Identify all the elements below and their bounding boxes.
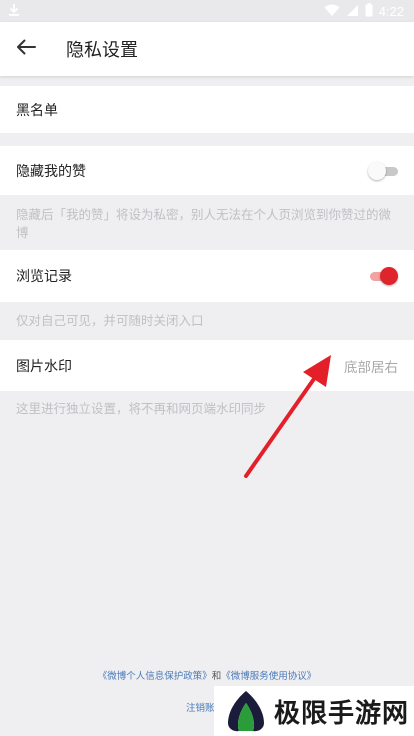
download-icon (8, 2, 20, 21)
cancel-account-link[interactable]: 注销账 (186, 700, 215, 714)
browse-history-label: 浏览记录 (16, 269, 72, 285)
hide-likes-row: 隐藏我的赞 (0, 146, 414, 195)
image-watermark-hint: 这里进行独立设置，将不再和网页端水印同步 (16, 401, 267, 416)
footer-and-text: 和 (211, 671, 222, 682)
hide-likes-label: 隐藏我的赞 (16, 163, 86, 180)
image-watermark-row[interactable]: 图片水印 底部居右 (0, 340, 414, 391)
browse-history-hint: 仅对自己可见，并可随时关闭入口 (16, 313, 204, 328)
blacklist-row[interactable]: 黑名单 (0, 86, 414, 133)
site-logo-icon (228, 691, 264, 732)
wifi-icon (324, 2, 340, 21)
site-watermark: 极限手游网 (214, 686, 414, 736)
back-arrow-icon (16, 39, 36, 59)
image-watermark-label: 图片水印 (16, 358, 72, 375)
signal-icon (346, 2, 359, 21)
watermark-text: 极限手游网 (274, 698, 410, 729)
privacy-policy-link[interactable]: 《微博个人信息保护政策》 (98, 671, 212, 682)
footer-links: 《微博个人信息保护政策》和《微博服务使用协议》 (0, 668, 414, 682)
browse-history-toggle[interactable] (368, 266, 398, 286)
page-title: 隐私设置 (66, 40, 138, 61)
status-time: 4:22 (378, 3, 404, 19)
blacklist-label: 黑名单 (16, 102, 58, 119)
service-agreement-link[interactable]: 《微博服务使用协议》 (221, 671, 316, 682)
hide-likes-hint: 隐藏后「我的赞」将设为私密，别人无法在个人页浏览到你赞过的微博 (16, 207, 392, 240)
browse-history-row: 浏览记录 (0, 250, 414, 302)
app-bar: 隐私设置 (0, 22, 414, 76)
back-button[interactable] (0, 22, 52, 76)
battery-icon (365, 2, 373, 21)
status-bar: 4:22 (0, 0, 414, 22)
image-watermark-value: 底部居右 (344, 359, 398, 376)
hide-likes-toggle[interactable] (368, 161, 398, 181)
